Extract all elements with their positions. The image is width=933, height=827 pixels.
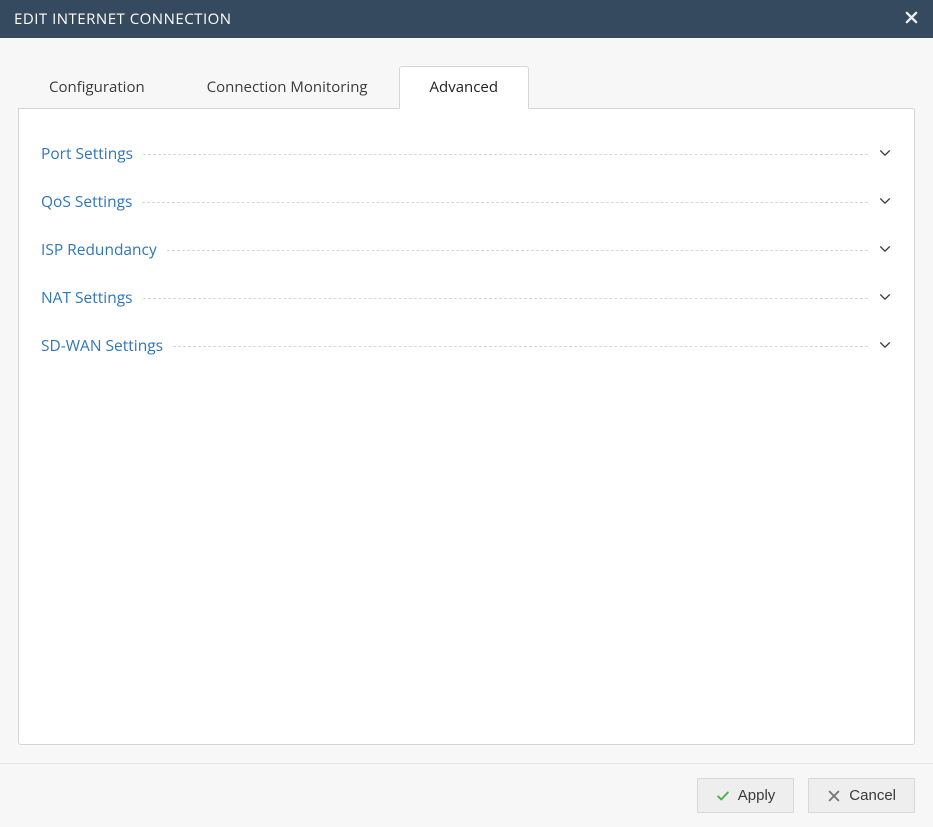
accordion-isp-redundancy[interactable]: ISP Redundancy [41,225,892,273]
tab-content-advanced: Port Settings QoS Settings ISP [18,108,915,745]
accordion-divider [167,250,868,251]
x-icon [827,789,841,803]
accordion-divider [173,346,868,347]
tabs: Configuration Connection Monitoring Adva… [18,66,915,108]
chevron-down-icon [868,194,892,208]
close-button[interactable] [904,10,919,28]
dialog-title: EDIT INTERNET CONNECTION [14,9,232,29]
chevron-down-icon [868,146,892,160]
tab-configuration[interactable]: Configuration [18,66,176,108]
accordion-port-settings[interactable]: Port Settings [41,129,892,177]
edit-internet-connection-dialog: EDIT INTERNET CONNECTION Configuration C… [0,0,933,827]
accordion-divider [143,298,868,299]
accordion-qos-settings[interactable]: QoS Settings [41,177,892,225]
apply-label: Apply [738,787,776,804]
accordion-label: QoS Settings [41,190,142,212]
dialog-footer: Apply Cancel [0,763,933,827]
apply-button[interactable]: Apply [697,778,795,813]
chevron-down-icon [868,242,892,256]
tab-advanced[interactable]: Advanced [399,66,529,109]
chevron-down-icon [868,290,892,304]
accordion-divider [142,202,868,203]
dialog-body: Configuration Connection Monitoring Adva… [0,38,933,763]
chevron-down-icon [868,338,892,352]
accordion-label: NAT Settings [41,286,143,308]
close-icon [904,10,919,28]
accordion-divider [143,154,868,155]
dialog-header: EDIT INTERNET CONNECTION [0,0,933,38]
accordion-label: Port Settings [41,142,143,164]
check-icon [716,789,730,803]
accordion-label: SD-WAN Settings [41,334,173,356]
tab-connection-monitoring[interactable]: Connection Monitoring [176,66,399,108]
accordion-sd-wan-settings[interactable]: SD-WAN Settings [41,321,892,369]
cancel-button[interactable]: Cancel [808,778,915,813]
accordion-label: ISP Redundancy [41,238,167,260]
accordion-nat-settings[interactable]: NAT Settings [41,273,892,321]
cancel-label: Cancel [849,787,896,804]
